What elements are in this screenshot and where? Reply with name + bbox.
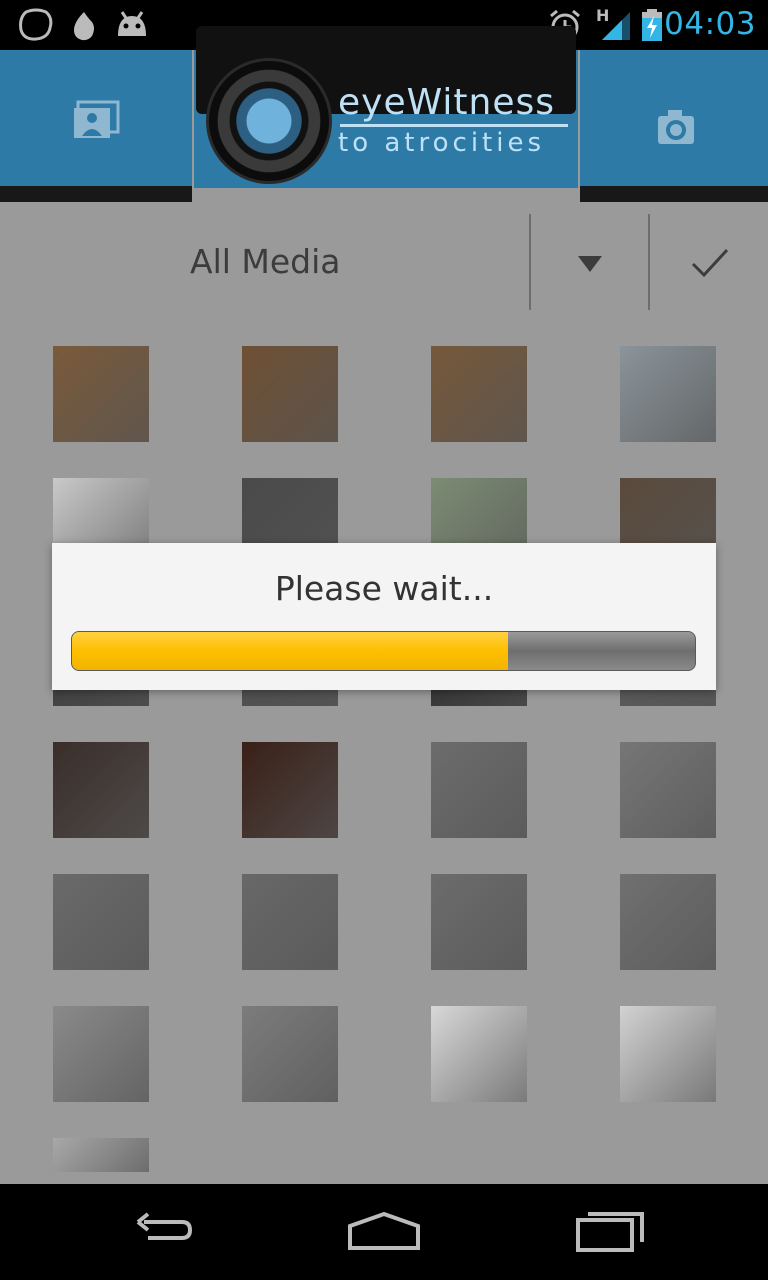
navigation-bar (0, 1184, 768, 1280)
media-thumbnail[interactable] (620, 1006, 716, 1102)
media-thumbnail[interactable] (53, 346, 149, 442)
recent-apps-icon[interactable] (574, 1202, 650, 1262)
media-filter-label[interactable]: All Media (190, 242, 341, 281)
media-gallery (0, 326, 768, 1184)
media-thumbnail[interactable] (242, 874, 338, 970)
media-thumbnail[interactable] (242, 742, 338, 838)
logo-divider (340, 124, 568, 127)
filter-divider (648, 214, 650, 310)
tab-divider (580, 186, 768, 202)
android-debug-icon (118, 11, 146, 36)
gallery-tab[interactable] (0, 50, 192, 186)
progress-fill (72, 632, 509, 670)
back-icon[interactable] (124, 1202, 196, 1262)
gallery-view-icon (74, 100, 120, 138)
progress-bar (71, 631, 696, 671)
camera-lens-logo-icon (206, 58, 332, 184)
checkmark-icon[interactable] (690, 246, 730, 280)
tab-divider (0, 186, 192, 202)
dialog-message: Please wait... (274, 569, 494, 608)
camera-tab[interactable] (580, 50, 768, 186)
camera-icon (658, 110, 694, 144)
media-thumbnail[interactable] (620, 742, 716, 838)
media-thumbnail[interactable] (242, 1006, 338, 1102)
media-thumbnail[interactable] (53, 874, 149, 970)
please-wait-dialog: Please wait... (52, 543, 716, 690)
notification-bubble-icon (19, 8, 53, 41)
media-thumbnail[interactable] (53, 1006, 149, 1102)
logo-title: eyeWitness (338, 82, 555, 123)
flame-app-icon (74, 12, 94, 41)
status-time: 04:03 (664, 6, 756, 42)
filter-divider (529, 214, 531, 310)
media-thumbnail[interactable] (53, 742, 149, 838)
signal-icon (602, 12, 630, 40)
logo-subtitle: to atrocities (338, 128, 545, 158)
media-thumbnail[interactable] (431, 874, 527, 970)
home-icon[interactable] (346, 1202, 422, 1262)
dropdown-triangle-icon[interactable] (576, 254, 604, 274)
media-thumbnail[interactable] (620, 874, 716, 970)
media-thumbnail[interactable] (242, 346, 338, 442)
media-thumbnail[interactable] (431, 742, 527, 838)
media-thumbnail[interactable] (620, 346, 716, 442)
battery-charging-icon (642, 9, 662, 41)
media-thumbnail[interactable] (53, 1138, 149, 1172)
media-thumbnail[interactable] (431, 1006, 527, 1102)
media-thumbnail[interactable] (431, 346, 527, 442)
filter-bar: All Media (0, 202, 768, 326)
